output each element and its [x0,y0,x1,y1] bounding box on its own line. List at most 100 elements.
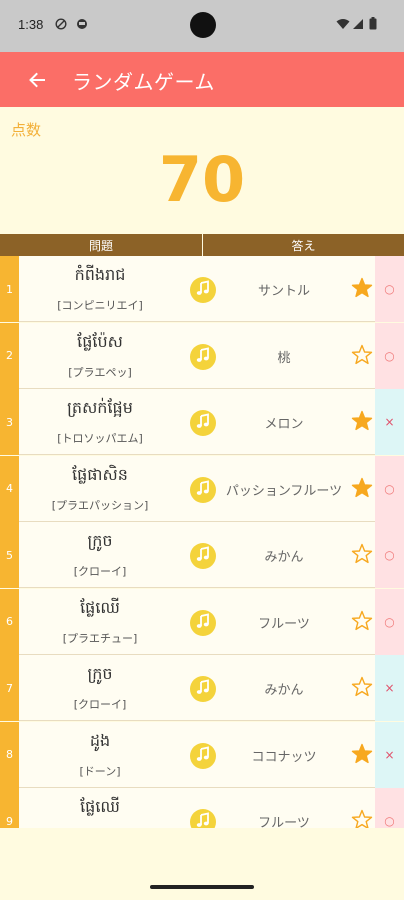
katakana-reading: [トロソッパエム] [57,432,143,445]
music-note-icon [195,745,211,766]
result-mark: × [375,655,404,721]
page-title: ランダムゲーム [72,70,215,94]
row-number: 1 [0,256,19,322]
katakana-reading: [ドーン] [79,764,121,778]
play-sound-button[interactable] [190,277,216,303]
khmer-word: ក្រូច [87,664,113,683]
row-number: 3 [0,389,19,455]
favorite-toggle[interactable] [351,410,373,432]
music-note-icon [195,479,211,500]
table-row[interactable]: 9 ផ្លែឈើ フルーツ ○ [0,788,404,828]
table-row[interactable]: 4 ផ្លែផាសិន [プラエパッション] パッションフルーツ ○ [0,455,404,522]
answer-text: パッションフルーツ [225,483,343,499]
music-note-icon [195,413,211,433]
row-number: 7 [0,655,19,721]
khmer-word: ត្រសក់ផ្អែម [67,398,133,417]
status-bar: 1:38 [0,0,404,52]
table-row[interactable]: 3 ត្រសក់ផ្អែម [トロソッパエム] メロン × [0,389,404,455]
row-content[interactable]: ផ្លែផាសិន [プラエパッション] パッションフルーツ [19,455,375,522]
row-content[interactable]: ត្រសក់ផ្អែម [トロソッパエム] メロン [19,389,375,455]
music-note-icon [195,280,211,300]
khmer-word: កំពីងរាជ [74,265,126,284]
star-filled-icon [351,410,373,431]
answer-text: フルーツ [258,816,310,828]
score-label: 点数 [11,121,42,139]
favorite-toggle[interactable] [351,344,373,366]
battery-icon [369,17,377,30]
row-content[interactable]: ក្រូច [クローイ] みかん [19,522,375,588]
khmer-word: ផ្លែឈើ [80,597,120,617]
music-note-icon [195,346,211,367]
row-number: 6 [0,588,19,655]
result-mark: ○ [375,788,404,828]
table-row[interactable]: 6 ផ្លែឈើ [プラエチュー] フルーツ ○ [0,588,404,655]
result-mark: ○ [375,256,404,322]
signal-icon [353,19,363,29]
music-note-icon [195,546,211,566]
star-outline-icon [351,809,373,828]
arrow-left-icon [29,72,45,88]
favorite-toggle[interactable] [351,743,373,765]
music-note-icon [195,812,211,828]
row-content[interactable]: ក្រូច [クローイ] みかん [19,655,375,721]
play-sound-button[interactable] [190,809,216,828]
result-mark: ○ [375,522,404,588]
play-sound-button[interactable] [190,742,216,769]
katakana-reading: [プラエパッション] [51,498,149,512]
play-sound-button[interactable] [190,676,216,702]
table-row[interactable]: 7 ក្រូច [クローイ] みかん × [0,655,404,721]
katakana-reading: [クローイ] [73,698,127,711]
wifi-icon [336,19,350,29]
play-sound-button[interactable] [190,543,216,569]
app-notification-icon [77,19,87,29]
answer-text: メロン [264,417,304,432]
play-sound-button[interactable] [190,343,216,370]
favorite-toggle[interactable] [351,277,373,299]
table-header: 問題 答え [0,234,404,256]
row-content[interactable]: កំពីងរាជ [コンピニリエイ] サントル [19,256,375,322]
answer-text: サントル [257,284,310,299]
bottom-area [0,828,404,900]
row-content[interactable]: ដូង [ドーン] ココナッツ [19,721,375,788]
answer-text: みかん [264,683,304,698]
answer-column-header: 答え [291,239,316,253]
do-not-disturb-icon [55,18,67,30]
khmer-word: ផ្លែប៉ែស [77,331,123,351]
star-outline-icon [351,543,373,564]
katakana-reading: [コンピニリエイ] [57,299,143,312]
row-number: 2 [0,322,19,389]
star-filled-icon [351,477,373,497]
khmer-word: ក្រូច [87,531,113,550]
favorite-toggle[interactable] [351,809,373,828]
row-content[interactable]: ផ្លែឈើ [プラエチュー] フルーツ [19,588,375,655]
favorite-toggle[interactable] [351,610,373,632]
camera-cutout [190,12,216,38]
play-sound-button[interactable] [190,476,216,503]
gesture-nav-handle[interactable] [150,885,254,889]
table-row[interactable]: 8 ដូង [ドーン] ココナッツ × [0,721,404,788]
row-content[interactable]: ផ្លែឈើ フルーツ [19,788,375,828]
back-button[interactable] [20,63,54,97]
katakana-reading: [プラエチュー] [62,631,138,645]
result-mark: × [375,721,404,788]
music-note-icon [195,679,211,699]
table-row[interactable]: 1 កំពីងរាជ [コンピニリエイ] サントル ○ [0,256,404,322]
khmer-word: ដូង [89,730,111,750]
row-number: 5 [0,522,19,588]
table-row[interactable]: 5 ក្រូច [クローイ] みかん ○ [0,522,404,588]
play-sound-button[interactable] [190,410,216,436]
favorite-toggle[interactable] [351,543,373,565]
star-outline-icon [351,676,373,697]
favorite-toggle[interactable] [351,477,373,499]
katakana-reading: [クローイ] [73,565,127,578]
app-bar: ランダムゲーム [0,52,404,107]
table-row[interactable]: 2 ផ្លែប៉ែស [プラエペッ] 桃 ○ [0,322,404,389]
answer-text: ココナッツ [251,749,317,765]
result-mark: ○ [375,322,404,389]
result-list[interactable]: 1 កំពីងរាជ [コンピニリエイ] サントル ○ 2 ផ្លែប៉ែស [プラエペッ] 桃… [0,256,404,828]
favorite-toggle[interactable] [351,676,373,698]
play-sound-button[interactable] [190,609,216,636]
row-content[interactable]: ផ្លែប៉ែស [プラエペッ] 桃 [19,322,375,389]
answer-text: みかん [264,550,304,565]
khmer-word: ផ្លែឈើ [80,797,120,816]
